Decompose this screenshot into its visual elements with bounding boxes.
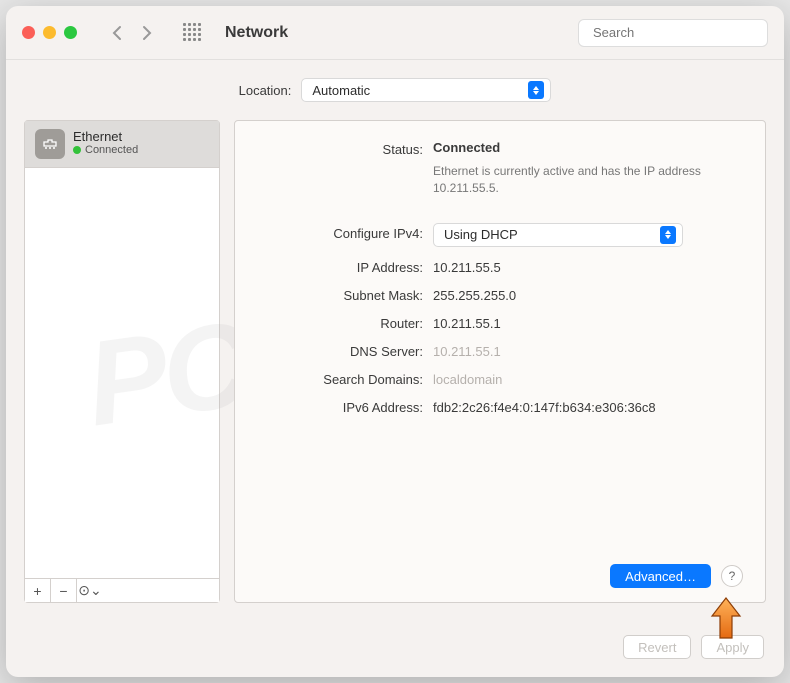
subnet-label: Subnet Mask: [253,285,423,303]
show-all-button[interactable] [183,23,203,43]
service-name: Ethernet [73,129,138,144]
advanced-button[interactable]: Advanced… [610,564,711,588]
search-field[interactable] [578,19,768,47]
back-button[interactable] [107,23,127,43]
ethernet-icon [35,129,65,159]
chevron-up-down-icon [528,81,544,99]
row-dns: DNS Server: 10.211.55.1 [253,341,743,359]
subnet-value: 255.255.255.0 [433,285,516,303]
close-icon[interactable] [22,26,35,39]
content-area: Ethernet Connected + − ⊙⌄ Status: Connec… [6,120,784,621]
row-router: Router: 10.211.55.1 [253,313,743,331]
dns-label: DNS Server: [253,341,423,359]
status-desc: Ethernet is currently active and has the… [433,163,723,197]
search-domains-value: localdomain [433,369,502,387]
configure-value: Using DHCP [444,227,518,242]
row-ipv6: IPv6 Address: fdb2:2c26:f4e4:0:147f:b634… [253,397,743,415]
search-input[interactable] [593,25,769,40]
location-select[interactable]: Automatic [301,78,551,102]
ipv6-value: fdb2:2c26:f4e4:0:147f:b634:e306:36c8 [433,397,656,415]
preferences-window: PCrisk.com Network Location: [6,6,784,677]
remove-service-button[interactable]: − [51,579,77,602]
help-button[interactable]: ? [721,565,743,587]
status-dot-icon [73,146,81,154]
service-info: Ethernet Connected [73,129,138,156]
titlebar: Network [6,6,784,60]
configure-label: Configure IPv4: [253,223,423,241]
window-title: Network [225,24,288,42]
apply-button[interactable]: Apply [701,635,764,659]
router-value: 10.211.55.1 [433,313,501,331]
status-value: Connected [433,137,500,155]
chevron-up-down-icon [660,226,676,244]
sidebar-footer: + − ⊙⌄ [25,578,219,602]
dns-value: 10.211.55.1 [433,341,501,359]
details-footer: Advanced… ? [253,564,743,588]
zoom-icon[interactable] [64,26,77,39]
service-status-text: Connected [85,144,138,156]
services-sidebar: Ethernet Connected + − ⊙⌄ [24,120,220,603]
row-ip: IP Address: 10.211.55.5 [253,257,743,275]
service-status: Connected [73,144,138,156]
status-label: Status: [253,139,423,157]
row-status: Status: Connected Ethernet is currently … [253,139,743,197]
row-configure: Configure IPv4: Using DHCP [253,223,743,247]
router-label: Router: [253,313,423,331]
details-pane: Status: Connected Ethernet is currently … [234,120,766,603]
location-value: Automatic [312,83,370,98]
add-service-button[interactable]: + [25,579,51,602]
location-row: Location: Automatic [6,60,784,120]
nav-buttons [107,23,157,43]
row-search-domains: Search Domains: localdomain [253,369,743,387]
bottom-bar: Revert Apply [6,621,784,677]
revert-button[interactable]: Revert [623,635,691,659]
service-actions-button[interactable]: ⊙⌄ [77,579,103,602]
location-label: Location: [239,83,292,98]
service-item-ethernet[interactable]: Ethernet Connected [25,121,219,168]
window-controls [22,26,77,39]
configure-ipv4-select[interactable]: Using DHCP [433,223,683,247]
forward-button[interactable] [137,23,157,43]
search-domains-label: Search Domains: [253,369,423,387]
minimize-icon[interactable] [43,26,56,39]
ip-value: 10.211.55.5 [433,257,501,275]
ipv6-label: IPv6 Address: [253,397,423,415]
row-subnet: Subnet Mask: 255.255.255.0 [253,285,743,303]
ip-label: IP Address: [253,257,423,275]
sidebar-body [25,168,219,578]
